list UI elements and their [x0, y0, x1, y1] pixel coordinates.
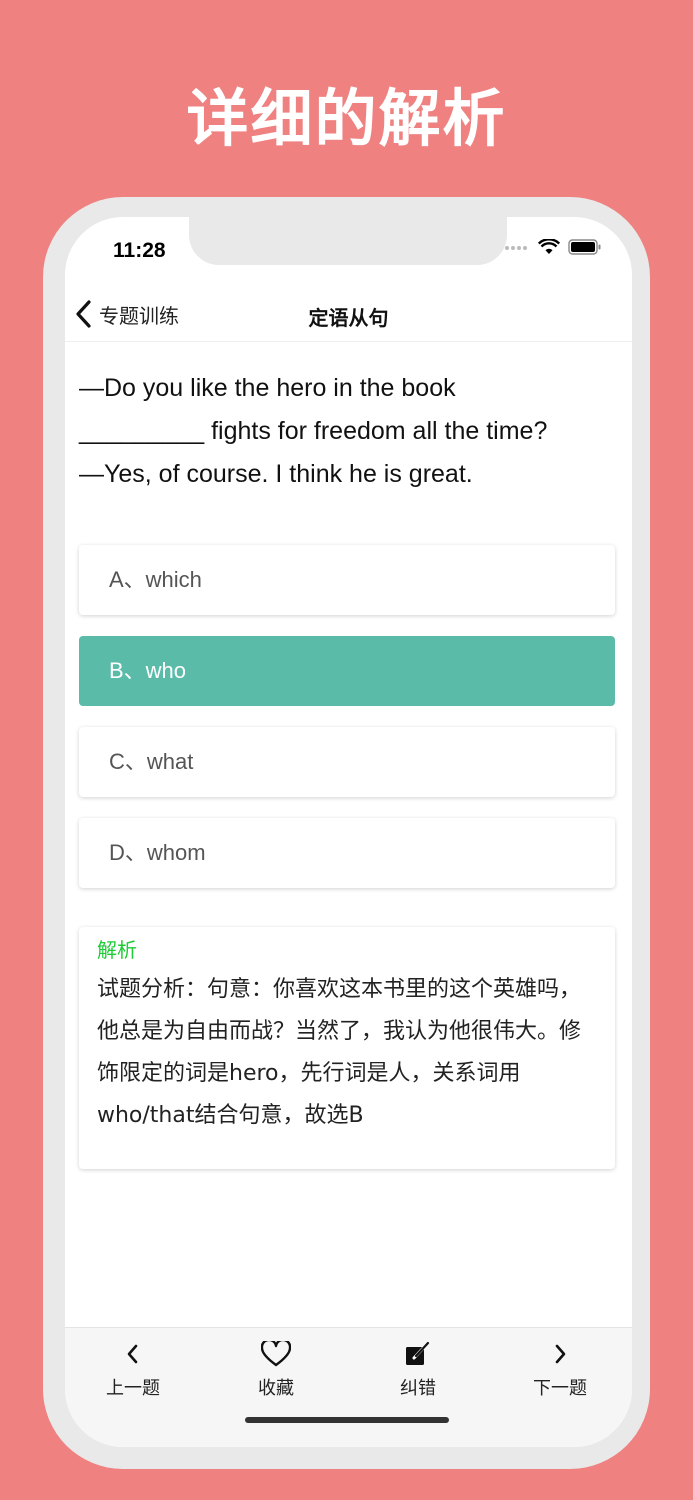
home-indicator[interactable]: [245, 1417, 449, 1423]
option-c[interactable]: C、what: [79, 727, 615, 797]
analysis-body: 试题分析：句意：你喜欢这本书里的这个英雄吗，他总是为自由而战？当然了，我认为他很…: [97, 977, 582, 1128]
question-line: —Do you like the hero in the book: [79, 374, 456, 402]
next-question-button[interactable]: 下一题: [505, 1338, 615, 1400]
promo-headline: 详细的解析: [186, 82, 507, 155]
page-title: 定语从句: [308, 306, 389, 330]
wifi-icon: [538, 239, 560, 254]
option-b[interactable]: B、who: [79, 636, 615, 706]
question-line: _________ fights for freedom all the tim…: [79, 417, 548, 445]
edit-icon: [406, 1341, 430, 1365]
phone-frame: 11:28 专题训练 定语从句 —Do you like the hero in…: [43, 197, 650, 1469]
chevron-left-icon: [127, 1344, 138, 1364]
question-text: —Do you like the hero in the book ______…: [79, 367, 619, 496]
report-error-label: 纠错: [400, 1378, 436, 1399]
analysis-card: 解析 试题分析：句意：你喜欢这本书里的这个英雄吗，他总是为自由而战？当然了，我认…: [79, 927, 615, 1169]
report-error-button[interactable]: 纠错: [363, 1338, 473, 1400]
heart-icon: [261, 1341, 291, 1367]
bottom-toolbar: 上一题 收藏 纠错 下一题: [65, 1327, 632, 1447]
favorite-button[interactable]: 收藏: [221, 1338, 331, 1400]
question-line: —Yes, of course. I think he is great.: [79, 460, 473, 488]
navigation-bar: 专题训练 定语从句: [65, 287, 632, 342]
app-screen: 11:28 专题训练 定语从句 —Do you like the hero in…: [65, 217, 632, 1447]
next-question-label: 下一题: [533, 1378, 587, 1399]
option-a[interactable]: A、which: [79, 545, 615, 615]
status-time: 11:28: [113, 239, 166, 262]
prev-question-button[interactable]: 上一题: [78, 1338, 188, 1400]
chevron-right-icon: [555, 1344, 566, 1364]
status-icons: [504, 239, 602, 255]
battery-icon: [568, 239, 601, 255]
device-notch: [189, 217, 507, 265]
option-d[interactable]: D、whom: [79, 818, 615, 888]
signal-icon: [505, 246, 527, 250]
favorite-label: 收藏: [258, 1378, 294, 1399]
analysis-title: 解析: [97, 938, 137, 962]
prev-question-label: 上一题: [106, 1378, 160, 1399]
